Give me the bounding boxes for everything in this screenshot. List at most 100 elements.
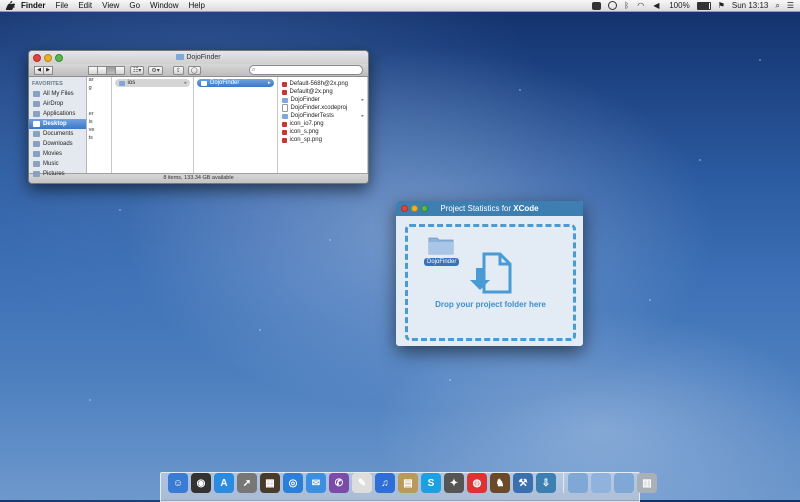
viber-icon[interactable]: ✆ (329, 473, 349, 493)
list-item: ar (88, 77, 94, 83)
pictures-icon (33, 171, 40, 177)
sidebar-item-downloads[interactable]: Downloads (29, 139, 86, 149)
trash-icon[interactable]: ▥ (637, 473, 657, 493)
app-store-icon[interactable]: A (214, 473, 234, 493)
list-item-dojofinder[interactable]: DojoFinder ▸ (197, 79, 274, 87)
image-file-icon (281, 137, 287, 143)
sidebar-item-label: Movies (43, 151, 63, 157)
share-button[interactable]: ⇪ (172, 65, 184, 75)
tag-icon: ◯ (190, 67, 198, 74)
sidebar-item-movies[interactable]: Movies (29, 149, 86, 159)
sidebar-item-documents[interactable]: Documents (29, 129, 86, 139)
finder-icon[interactable]: ☺ (168, 473, 188, 493)
finder-toolbar: ◀ ▶ ☷▾ ⚙▾ ⇪ ◯ ⌕ (29, 64, 368, 77)
menu-help[interactable]: Help (188, 1, 204, 10)
flag-icon[interactable]: ⚑ (718, 1, 725, 10)
menu-bar: Finder File Edit View Go Window Help ᛒ ◠… (0, 0, 800, 12)
statusbar-app-icon[interactable] (592, 1, 602, 10)
penguin-icon[interactable]: ✦ (444, 473, 464, 493)
coverflow-view-button[interactable] (115, 65, 125, 75)
xcode-icon[interactable]: ⚒ (513, 473, 533, 493)
sidebar-item-all-my-files[interactable]: All My Files (29, 89, 86, 99)
applications-icon (33, 111, 40, 117)
list-item[interactable]: Default@2x.png (278, 88, 367, 96)
wifi-icon[interactable]: ◠ (637, 1, 646, 10)
tags-button[interactable]: ◯ (187, 65, 201, 75)
list-item[interactable]: DojoFinder ▸ (278, 96, 367, 104)
zoom-button[interactable] (55, 54, 63, 62)
finder-titlebar[interactable]: DojoFinder (29, 51, 368, 64)
sidebar-item-desktop[interactable]: Desktop (29, 119, 86, 129)
list-item[interactable]: Default-568h@2x.png (278, 80, 367, 88)
menu-file[interactable]: File (55, 1, 68, 10)
menu-window[interactable]: Window (150, 1, 178, 10)
launchpad-icon[interactable]: ➚ (237, 473, 257, 493)
menubar-clock[interactable]: Sun 13:13 (732, 1, 768, 10)
nav-back-forward: ◀ ▶ (34, 65, 53, 75)
bluetooth-icon[interactable]: ᛒ (624, 1, 630, 10)
battery-icon[interactable] (696, 1, 711, 10)
list-item: ve (88, 127, 95, 133)
lifebuoy-icon[interactable]: ◍ (467, 473, 487, 493)
notification-center-icon[interactable]: ☰ (787, 1, 794, 10)
sidebar-item-pictures[interactable]: Pictures (29, 169, 86, 179)
list-item[interactable]: DojoFinderTests ▸ (278, 112, 367, 120)
messages-icon[interactable]: ✉ (306, 473, 326, 493)
skype-icon[interactable]: S (421, 473, 441, 493)
downloads-icon (33, 141, 40, 147)
preview-icon[interactable]: ▤ (398, 473, 418, 493)
list-item-ios[interactable]: ios ▸ (114, 79, 191, 87)
folder-icon[interactable] (428, 235, 454, 255)
sidebar-item-airdrop[interactable]: AirDrop (29, 99, 86, 109)
folder-icon (176, 54, 185, 61)
menu-edit[interactable]: Edit (78, 1, 92, 10)
minimize-button[interactable] (411, 205, 418, 212)
drop-instruction: Drop your project folder here (435, 300, 546, 309)
spotlight-icon[interactable]: ⌕ (775, 1, 779, 11)
dashboard-icon[interactable]: ◉ (191, 473, 211, 493)
sidebar-item-music[interactable]: Music (29, 159, 86, 169)
column-partial[interactable]: ar g er is ve ts (86, 77, 112, 173)
apple-menu-icon[interactable] (6, 1, 15, 10)
sidebar-item-label: Music (43, 161, 59, 167)
chevron-right-icon: ▸ (184, 80, 188, 86)
music-icon[interactable]: ♫ (375, 473, 395, 493)
list-item[interactable]: icon_io7.png (278, 120, 367, 128)
xcodeproj-icon (281, 104, 288, 112)
list-item[interactable]: icon_s.png (278, 128, 367, 136)
finder-body: FAVORITES All My Files AirDrop Applicati… (29, 77, 368, 177)
menu-go[interactable]: Go (129, 1, 140, 10)
menu-finder[interactable]: Finder (21, 1, 45, 10)
list-item[interactable]: DojoFinder.xcodeproj (278, 104, 367, 112)
menu-view[interactable]: View (102, 1, 119, 10)
list-item-label: Default@2x.png (289, 89, 333, 95)
forward-button[interactable]: ▶ (43, 65, 53, 75)
folder-icon[interactable] (568, 473, 588, 493)
project-stats-icon[interactable]: ⇩ (536, 473, 556, 493)
minimize-button[interactable] (44, 54, 52, 62)
chess-icon[interactable]: ♞ (490, 473, 510, 493)
photo-icon[interactable]: ▦ (260, 473, 280, 493)
window-title-prefix: Project Statistics for (440, 204, 514, 213)
textedit-icon[interactable]: ✎ (352, 473, 372, 493)
sidebar-item-applications[interactable]: Applications (29, 109, 86, 119)
volume-icon[interactable]: ◀ (653, 1, 662, 10)
safari-icon[interactable]: ◎ (283, 473, 303, 493)
time-machine-icon[interactable] (608, 1, 618, 10)
folder-icon[interactable] (591, 473, 611, 493)
battery-percent[interactable]: 100% (669, 1, 689, 10)
image-file-icon (281, 121, 287, 127)
window-title-app: XCode (513, 204, 539, 213)
list-item[interactable]: icon_sp.png (278, 136, 367, 144)
action-button[interactable]: ⚙▾ (148, 65, 163, 75)
stats-titlebar[interactable]: Project Statistics for XCode (396, 201, 583, 216)
zoom-button[interactable] (421, 205, 428, 212)
search-input[interactable] (255, 67, 351, 73)
folder-icon[interactable] (614, 473, 634, 493)
close-button[interactable] (33, 54, 41, 62)
drop-zone[interactable]: DojoFinder Drop your project folder here (405, 224, 576, 341)
close-button[interactable] (401, 205, 408, 212)
sidebar-item-label: AirDrop (43, 101, 64, 107)
search-field[interactable]: ⌕ (249, 65, 363, 75)
arrange-button[interactable]: ☷▾ (130, 65, 145, 75)
